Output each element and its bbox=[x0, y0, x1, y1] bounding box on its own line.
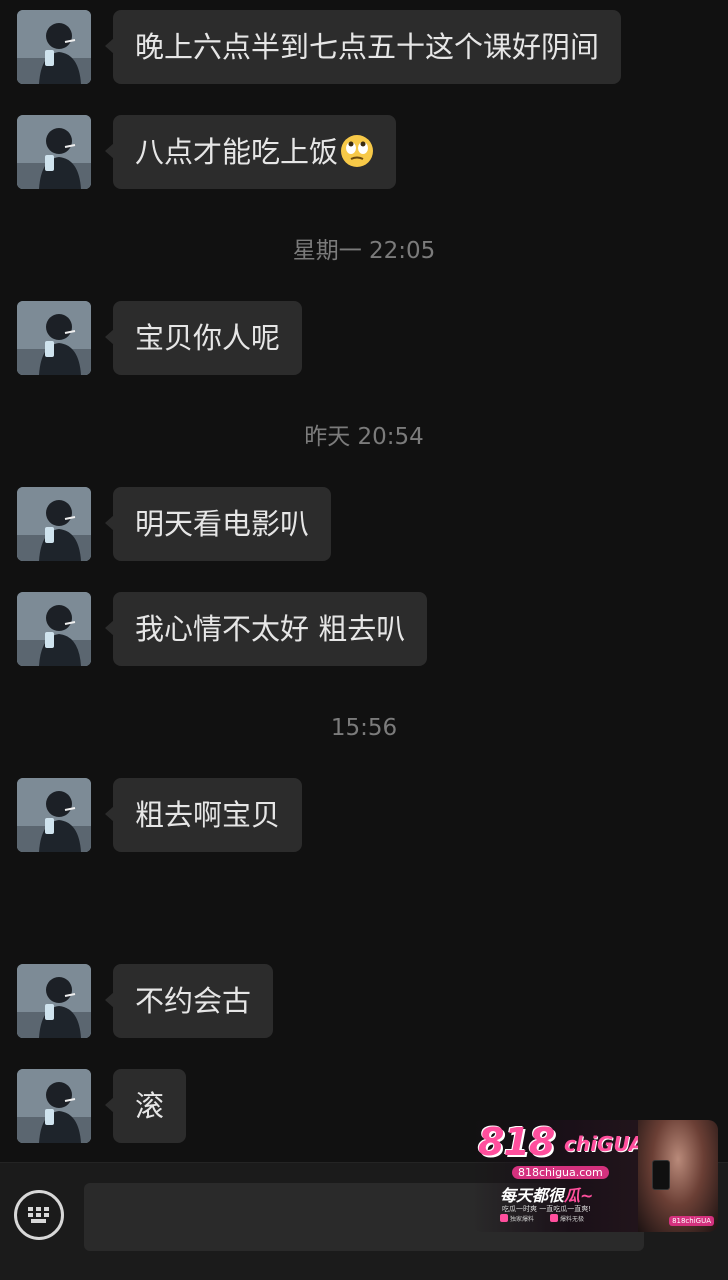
ad-logo-sub: chiGUA bbox=[564, 1132, 645, 1156]
ad-fine-print: 吃瓜一时爽 一直吃瓜一直爽! bbox=[502, 1205, 592, 1213]
ad-tag: 独家爆料 bbox=[500, 1214, 534, 1223]
message-row: 八点才能吃上饭 bbox=[0, 115, 728, 191]
ad-domain: 818chigua.com bbox=[512, 1166, 609, 1179]
message-row: 我心情不太好 粗去叭 bbox=[0, 592, 728, 668]
avatar[interactable] bbox=[17, 301, 91, 375]
message-text: 宝贝你人呢 bbox=[135, 321, 281, 355]
keyboard-icon bbox=[28, 1207, 49, 1223]
ad-tag-label: 爆料无极 bbox=[559, 1216, 584, 1223]
avatar[interactable] bbox=[17, 115, 91, 189]
avatar[interactable] bbox=[17, 592, 91, 666]
keyboard-toggle-button[interactable] bbox=[14, 1190, 64, 1240]
message-bubble[interactable]: 宝贝你人呢 bbox=[104, 301, 303, 375]
ad-slogan-highlight: 瓜~ bbox=[564, 1186, 594, 1205]
avatar[interactable] bbox=[17, 778, 91, 852]
timestamp: 星期一 22:05 bbox=[292, 238, 436, 264]
message-bubble[interactable]: 滚 bbox=[104, 1069, 187, 1143]
ad-slogan: 每天都很瓜~ bbox=[500, 1182, 593, 1206]
avatar[interactable] bbox=[17, 1069, 91, 1143]
message-bubble[interactable]: 我心情不太好 粗去叭 bbox=[104, 592, 428, 666]
message-bubble[interactable]: 粗去啊宝贝 bbox=[104, 778, 303, 852]
message-text: 八点才能吃上饭 bbox=[135, 135, 339, 169]
message-text: 明天看电影叭 bbox=[135, 507, 310, 541]
message-bubble[interactable]: 八点才能吃上饭 bbox=[104, 115, 397, 189]
avatar[interactable] bbox=[17, 964, 91, 1038]
fire-icon bbox=[549, 1214, 558, 1222]
eye-roll-emoji-icon bbox=[341, 135, 374, 167]
message-row: 粗去啊宝贝 bbox=[0, 778, 728, 854]
watermark-ad[interactable]: 818 chiGUA 818chigua.com 每天都很瓜~ 吃瓜一时爽 一直… bbox=[472, 1120, 718, 1232]
message-text: 粗去啊宝贝 bbox=[135, 798, 281, 832]
ad-logo: 818 bbox=[478, 1120, 555, 1164]
avatar[interactable] bbox=[17, 487, 91, 561]
ad-tag: 爆料无极 bbox=[549, 1214, 584, 1223]
ad-model-image: 818chiGUA bbox=[638, 1120, 718, 1232]
ad-tags: 独家爆料 爆料无极 bbox=[500, 1214, 598, 1223]
message-bubble[interactable]: 不约会古 bbox=[104, 964, 274, 1038]
message-text: 滚 bbox=[135, 1089, 165, 1123]
message-row: 宝贝你人呢 bbox=[0, 301, 728, 377]
tag-icon bbox=[500, 1214, 508, 1222]
avatar[interactable] bbox=[17, 10, 91, 84]
phone-icon bbox=[652, 1160, 670, 1190]
chat-screen: 晚上六点半到七点五十这个课好阴间 八点才能吃上饭 星期一 22:05 宝贝你人呢… bbox=[0, 0, 728, 1280]
ad-tag-label: 独家爆料 bbox=[510, 1216, 535, 1223]
message-row: 明天看电影叭 bbox=[0, 487, 728, 563]
timestamp: 15:56 bbox=[330, 715, 398, 741]
message-row: 晚上六点半到七点五十这个课好阴间 bbox=[0, 10, 728, 86]
message-bubble[interactable]: 明天看电影叭 bbox=[104, 487, 332, 561]
timestamp: 昨天 20:54 bbox=[304, 424, 424, 450]
ad-badge: 818chiGUA bbox=[669, 1215, 714, 1226]
ad-slogan-prefix: 每天都很 bbox=[500, 1186, 565, 1205]
message-text: 不约会古 bbox=[135, 984, 252, 1018]
message-text: 我心情不太好 粗去叭 bbox=[135, 612, 406, 646]
message-text: 晚上六点半到七点五十这个课好阴间 bbox=[135, 30, 600, 64]
message-row: 不约会古 bbox=[0, 964, 728, 1040]
message-bubble[interactable]: 晚上六点半到七点五十这个课好阴间 bbox=[104, 10, 622, 84]
